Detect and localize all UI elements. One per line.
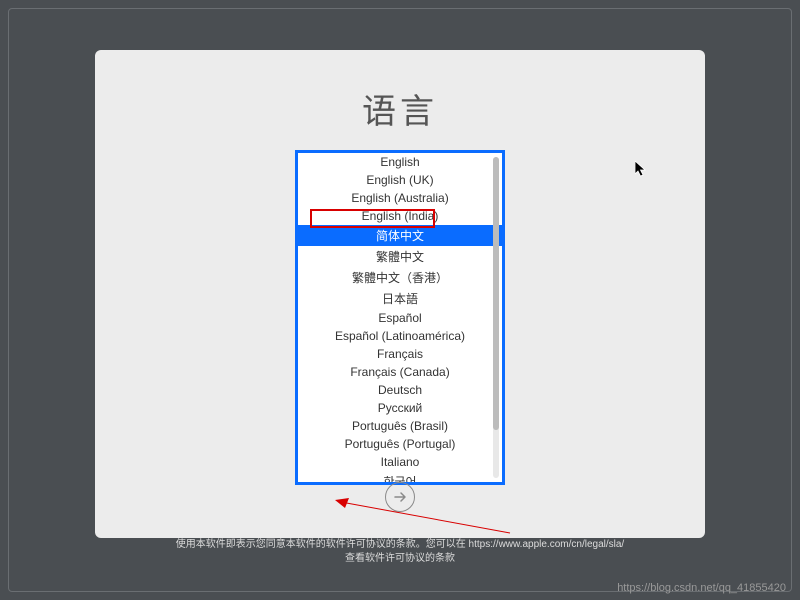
list-item[interactable]: Русский — [298, 399, 502, 417]
list-item[interactable]: Français (Canada) — [298, 363, 502, 381]
list-item[interactable]: 繁體中文（香港） — [298, 267, 502, 288]
list-item[interactable]: English (Australia) — [298, 189, 502, 207]
list-item[interactable]: Deutsch — [298, 381, 502, 399]
arrow-right-icon — [392, 489, 408, 505]
language-panel: 语言 EnglishEnglish (UK)English (Australia… — [95, 50, 705, 538]
footer-text: 使用本软件即表示您同意本软件的软件许可协议的条款。您可以在 https://ww… — [0, 538, 800, 566]
list-item[interactable]: 简体中文 — [298, 225, 502, 246]
list-item[interactable]: Português (Brasil) — [298, 417, 502, 435]
list-item[interactable]: English (UK) — [298, 171, 502, 189]
list-item[interactable]: English (India) — [298, 207, 502, 225]
scrollbar-track[interactable] — [493, 157, 499, 478]
list-item[interactable]: Español (Latinoamérica) — [298, 327, 502, 345]
page-title: 语言 — [95, 84, 705, 133]
list-item[interactable]: Português (Portugal) — [298, 435, 502, 453]
scrollbar-thumb[interactable] — [493, 157, 499, 430]
list-item[interactable]: 繁體中文 — [298, 246, 502, 267]
footer-line1: 使用本软件即表示您同意本软件的软件许可协议的条款。您可以在 https://ww… — [0, 538, 800, 552]
language-list: EnglishEnglish (UK)English (Australia)En… — [295, 150, 505, 485]
watermark-text: https://blog.csdn.net/qq_41855420 — [617, 582, 786, 594]
list-item[interactable]: Español — [298, 309, 502, 327]
footer-line2: 查看软件许可协议的条款 — [0, 552, 800, 566]
list-item[interactable]: 한국어 — [298, 471, 502, 482]
list-item[interactable]: English — [298, 153, 502, 171]
next-button[interactable] — [385, 482, 415, 512]
list-item[interactable]: 日本語 — [298, 288, 502, 309]
language-list-scroll[interactable]: EnglishEnglish (UK)English (Australia)En… — [298, 153, 502, 482]
list-item[interactable]: Italiano — [298, 453, 502, 471]
list-item[interactable]: Français — [298, 345, 502, 363]
